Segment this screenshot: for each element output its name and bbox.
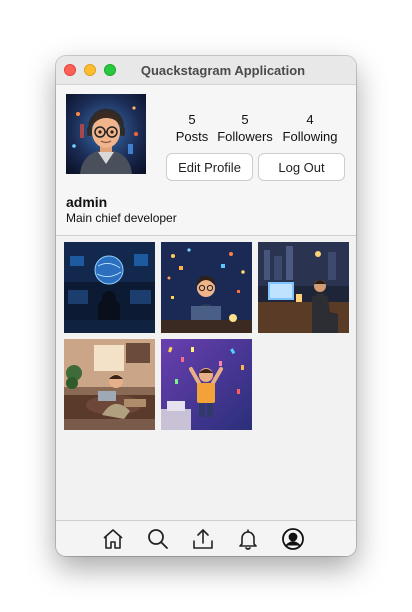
app-window: Quackstagram Application 5 Posts 5 Follo… bbox=[56, 56, 356, 556]
profile-header: 5 Posts 5 Followers 4 Following Edit Pro… bbox=[56, 85, 356, 236]
post-thumbnail-1[interactable] bbox=[64, 242, 155, 333]
posts-grid bbox=[56, 236, 356, 520]
notifications-icon[interactable] bbox=[236, 527, 260, 551]
log-out-button[interactable]: Log Out bbox=[258, 153, 345, 181]
following-count: 4 bbox=[306, 112, 314, 127]
edit-profile-button[interactable]: Edit Profile bbox=[166, 153, 253, 181]
search-icon[interactable] bbox=[146, 527, 170, 551]
bottom-navigation bbox=[56, 520, 356, 556]
post-thumbnail-3[interactable] bbox=[258, 242, 349, 333]
post-thumbnail-5[interactable] bbox=[161, 339, 252, 430]
bio: Main chief developer bbox=[66, 211, 177, 225]
following-label: Following bbox=[282, 129, 338, 144]
profile-icon[interactable] bbox=[281, 527, 305, 551]
home-icon[interactable] bbox=[101, 527, 125, 551]
avatar bbox=[66, 94, 146, 174]
username: admin bbox=[66, 194, 108, 210]
following-stat[interactable]: 4 Following bbox=[275, 111, 345, 145]
window-title: Quackstagram Application bbox=[140, 63, 306, 78]
followers-count: 5 bbox=[241, 112, 249, 127]
post-thumbnail-4[interactable] bbox=[64, 339, 155, 430]
followers-label: Followers bbox=[217, 129, 273, 144]
followers-stat[interactable]: 5 Followers bbox=[210, 111, 280, 145]
upload-icon[interactable] bbox=[191, 527, 215, 551]
title-bar[interactable]: Quackstagram Application bbox=[56, 56, 356, 85]
post-thumbnail-2[interactable] bbox=[161, 242, 252, 333]
